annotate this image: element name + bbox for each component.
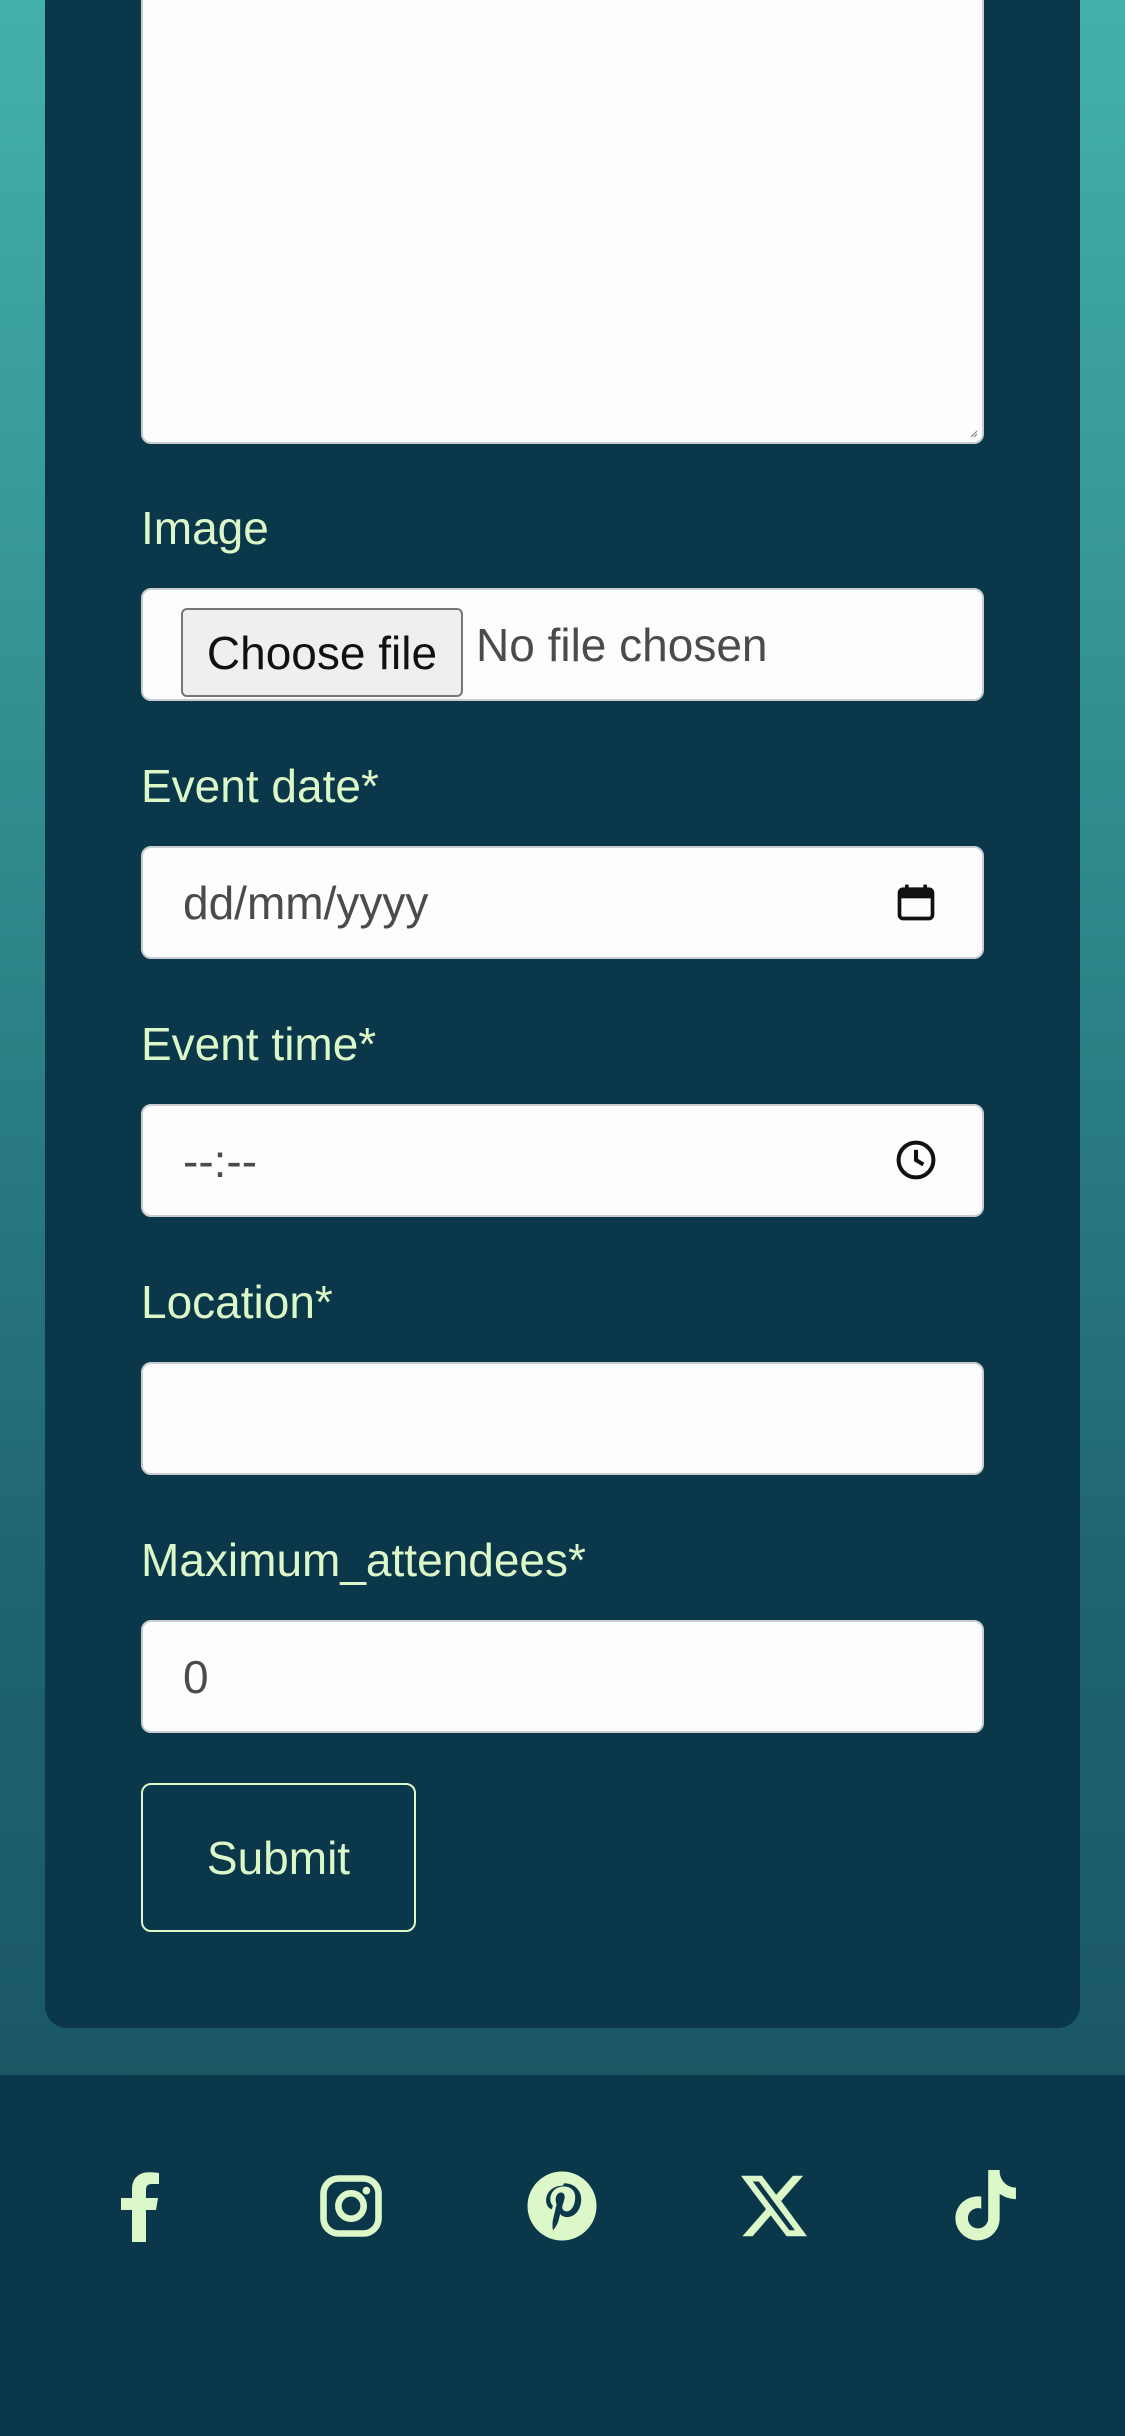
facebook-icon[interactable]: [101, 2168, 177, 2244]
tiktok-icon[interactable]: [947, 2168, 1023, 2244]
location-input[interactable]: [141, 1362, 984, 1475]
event-date-label: Event date*: [141, 760, 379, 812]
max-attendees-value: 0: [183, 1650, 209, 1703]
event-date-placeholder: dd/mm/yyyy: [183, 876, 429, 929]
calendar-icon[interactable]: [894, 880, 938, 924]
image-file-input[interactable]: Choose file No file chosen: [141, 588, 984, 701]
event-date-input[interactable]: dd/mm/yyyy: [141, 846, 984, 959]
max-attendees-label: Maximum_attendees*: [141, 1534, 586, 1586]
submit-button[interactable]: Submit: [141, 1783, 416, 1932]
max-attendees-input[interactable]: 0: [141, 1620, 984, 1733]
choose-file-button[interactable]: Choose file: [181, 608, 463, 697]
resize-grip-icon[interactable]: [968, 428, 978, 438]
x-icon[interactable]: [736, 2168, 812, 2244]
clock-icon[interactable]: [894, 1138, 938, 1182]
event-time-label: Event time*: [141, 1018, 377, 1070]
location-label: Location*: [141, 1276, 333, 1328]
footer: [0, 2075, 1125, 2436]
image-label: Image: [141, 502, 269, 554]
instagram-icon[interactable]: [313, 2168, 389, 2244]
event-time-placeholder: --:--: [183, 1134, 258, 1187]
pinterest-icon[interactable]: [524, 2168, 600, 2244]
file-status-text: No file chosen: [476, 618, 768, 671]
event-time-input[interactable]: --:--: [141, 1104, 984, 1217]
description-textarea[interactable]: [141, 0, 984, 444]
